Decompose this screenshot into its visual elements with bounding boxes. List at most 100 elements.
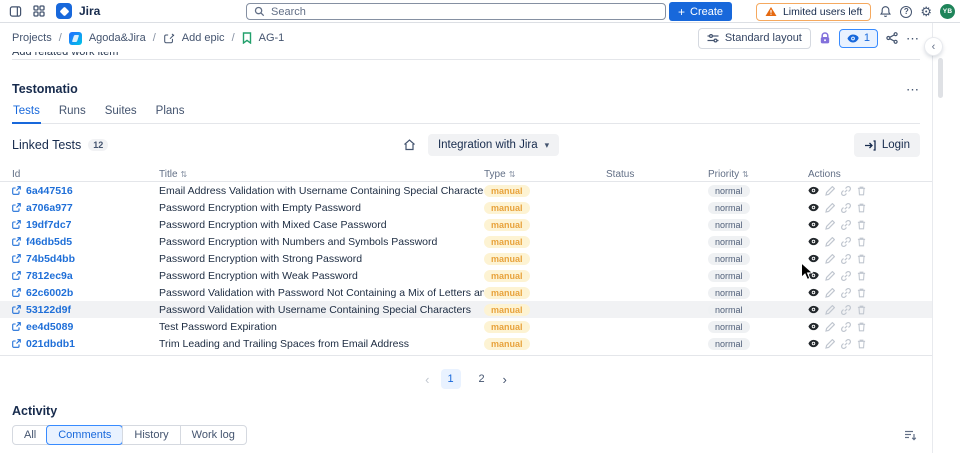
view-test-icon[interactable] — [808, 288, 819, 297]
unlink-test-icon[interactable] — [841, 185, 851, 196]
test-id-link[interactable]: ee4d5089 — [26, 321, 73, 333]
sidebar-toggle-icon[interactable] — [9, 5, 22, 18]
unlink-test-icon[interactable] — [841, 338, 851, 349]
breadcrumb-issue-key[interactable]: AG-1 — [259, 32, 285, 44]
edit-test-icon[interactable] — [825, 321, 835, 332]
test-id-link[interactable]: 74b5d4bb — [26, 253, 75, 265]
table-row[interactable]: 19df7dc7 Password Encryption with Mixed … — [0, 216, 932, 233]
integration-selector[interactable]: Integration with Jira ▾ — [427, 134, 560, 156]
test-id-link[interactable]: 6a447516 — [26, 185, 73, 197]
view-test-icon[interactable] — [808, 305, 819, 314]
table-row[interactable]: 53122d9f Password Validation with Userna… — [0, 301, 932, 318]
page-2-button[interactable]: 2 — [472, 369, 492, 389]
prev-page-icon[interactable]: ‹ — [425, 372, 429, 387]
tab-suites[interactable]: Suites — [104, 105, 138, 123]
next-page-icon[interactable]: › — [503, 372, 507, 387]
view-test-icon[interactable] — [808, 186, 819, 195]
create-button[interactable]: + Create — [669, 2, 733, 21]
unlink-test-icon[interactable] — [841, 287, 851, 298]
table-row[interactable]: f46db5d5 Password Encryption with Number… — [0, 233, 932, 250]
edit-test-icon[interactable] — [825, 287, 835, 298]
delete-test-icon[interactable] — [857, 186, 866, 196]
share-icon[interactable] — [886, 32, 898, 44]
edit-test-icon[interactable] — [825, 236, 835, 247]
edit-test-icon[interactable] — [825, 270, 835, 281]
view-test-icon[interactable] — [808, 254, 819, 263]
view-test-icon[interactable] — [808, 322, 819, 331]
app-switcher-icon[interactable] — [33, 5, 45, 17]
breadcrumb-add-epic[interactable]: Add epic — [182, 32, 225, 44]
watchers-button[interactable]: 1 — [838, 28, 878, 48]
breadcrumb-project[interactable]: Agoda&Jira — [89, 32, 146, 44]
tab-plans[interactable]: Plans — [155, 105, 186, 123]
help-icon[interactable]: ? — [900, 5, 913, 18]
view-test-icon[interactable] — [808, 237, 819, 246]
delete-test-icon[interactable] — [857, 305, 866, 315]
edit-test-icon[interactable] — [825, 185, 835, 196]
delete-test-icon[interactable] — [857, 203, 866, 213]
page-1-button[interactable]: 1 — [440, 369, 461, 389]
delete-test-icon[interactable] — [857, 271, 866, 281]
view-test-icon[interactable] — [808, 203, 819, 212]
test-id-link[interactable]: 62c6002b — [26, 287, 73, 299]
lock-icon[interactable] — [819, 31, 831, 45]
test-id-link[interactable]: 53122d9f — [26, 304, 71, 316]
test-id-link[interactable]: 021dbdb1 — [26, 338, 75, 350]
tab-worklog[interactable]: Work log — [179, 426, 246, 444]
tab-history[interactable]: History — [122, 426, 179, 444]
delete-test-icon[interactable] — [857, 322, 866, 332]
table-row[interactable]: 6a447516 Email Address Validation with U… — [0, 182, 932, 199]
settings-gear-icon[interactable]: ⚙ — [920, 5, 932, 18]
table-row[interactable]: 74b5d4bb Password Encryption with Strong… — [0, 250, 932, 267]
unlink-test-icon[interactable] — [841, 202, 851, 213]
col-priority[interactable]: Priority ⇅ — [708, 169, 808, 180]
unlink-test-icon[interactable] — [841, 219, 851, 230]
table-row[interactable]: 021dbdb1 Trim Leading and Trailing Space… — [0, 335, 932, 352]
col-type[interactable]: Type ⇅ — [484, 169, 606, 180]
jira-logo[interactable] — [56, 3, 72, 19]
delete-test-icon[interactable] — [857, 339, 866, 349]
add-related-work-item-label[interactable]: Add related work item — [12, 52, 920, 58]
table-row[interactable]: 62c6002b Password Validation with Passwo… — [0, 284, 932, 301]
test-id-link[interactable]: a706a977 — [26, 202, 73, 214]
delete-test-icon[interactable] — [857, 220, 866, 230]
more-actions-icon[interactable]: ⋯ — [906, 32, 920, 45]
sort-order-icon[interactable] — [904, 429, 920, 441]
user-avatar[interactable]: YB — [940, 4, 955, 19]
delete-test-icon[interactable] — [857, 288, 866, 298]
delete-test-icon[interactable] — [857, 237, 866, 247]
tab-comments[interactable]: Comments — [46, 425, 124, 445]
unlink-test-icon[interactable] — [841, 321, 851, 332]
notifications-icon[interactable] — [879, 5, 892, 18]
edit-test-icon[interactable] — [825, 304, 835, 315]
view-test-icon[interactable] — [808, 271, 819, 280]
tab-tests[interactable]: Tests — [12, 105, 41, 124]
test-id-link[interactable]: 7812ec9a — [26, 270, 73, 282]
view-test-icon[interactable] — [808, 220, 819, 229]
edit-test-icon[interactable] — [825, 219, 835, 230]
tab-all[interactable]: All — [13, 426, 47, 444]
scrollbar-thumb[interactable] — [938, 58, 943, 98]
col-title[interactable]: Title ⇅ — [159, 169, 484, 180]
view-test-icon[interactable] — [808, 339, 819, 348]
login-button[interactable]: Login — [853, 133, 920, 157]
edit-test-icon[interactable] — [825, 202, 835, 213]
edit-test-icon[interactable] — [825, 338, 835, 349]
delete-test-icon[interactable] — [857, 254, 866, 264]
unlink-test-icon[interactable] — [841, 270, 851, 281]
breadcrumb-projects[interactable]: Projects — [12, 32, 52, 44]
limited-users-warning[interactable]: Limited users left — [755, 2, 872, 21]
search-input[interactable]: Search — [246, 3, 666, 20]
test-id-link[interactable]: 19df7dc7 — [26, 219, 72, 231]
table-row[interactable]: ee4d5089 Test Password Expiration manual… — [0, 318, 932, 335]
panel-more-icon[interactable]: ⋯ — [906, 83, 920, 96]
collapse-panel-icon[interactable]: ‹ — [925, 38, 942, 55]
tab-runs[interactable]: Runs — [58, 105, 87, 123]
layout-button[interactable]: Standard layout — [697, 27, 811, 49]
unlink-test-icon[interactable] — [841, 304, 851, 315]
home-icon[interactable] — [403, 139, 416, 151]
table-row[interactable]: a706a977 Password Encryption with Empty … — [0, 199, 932, 216]
table-row[interactable]: 7812ec9a Password Encryption with Weak P… — [0, 267, 932, 284]
unlink-test-icon[interactable] — [841, 253, 851, 264]
unlink-test-icon[interactable] — [841, 236, 851, 247]
